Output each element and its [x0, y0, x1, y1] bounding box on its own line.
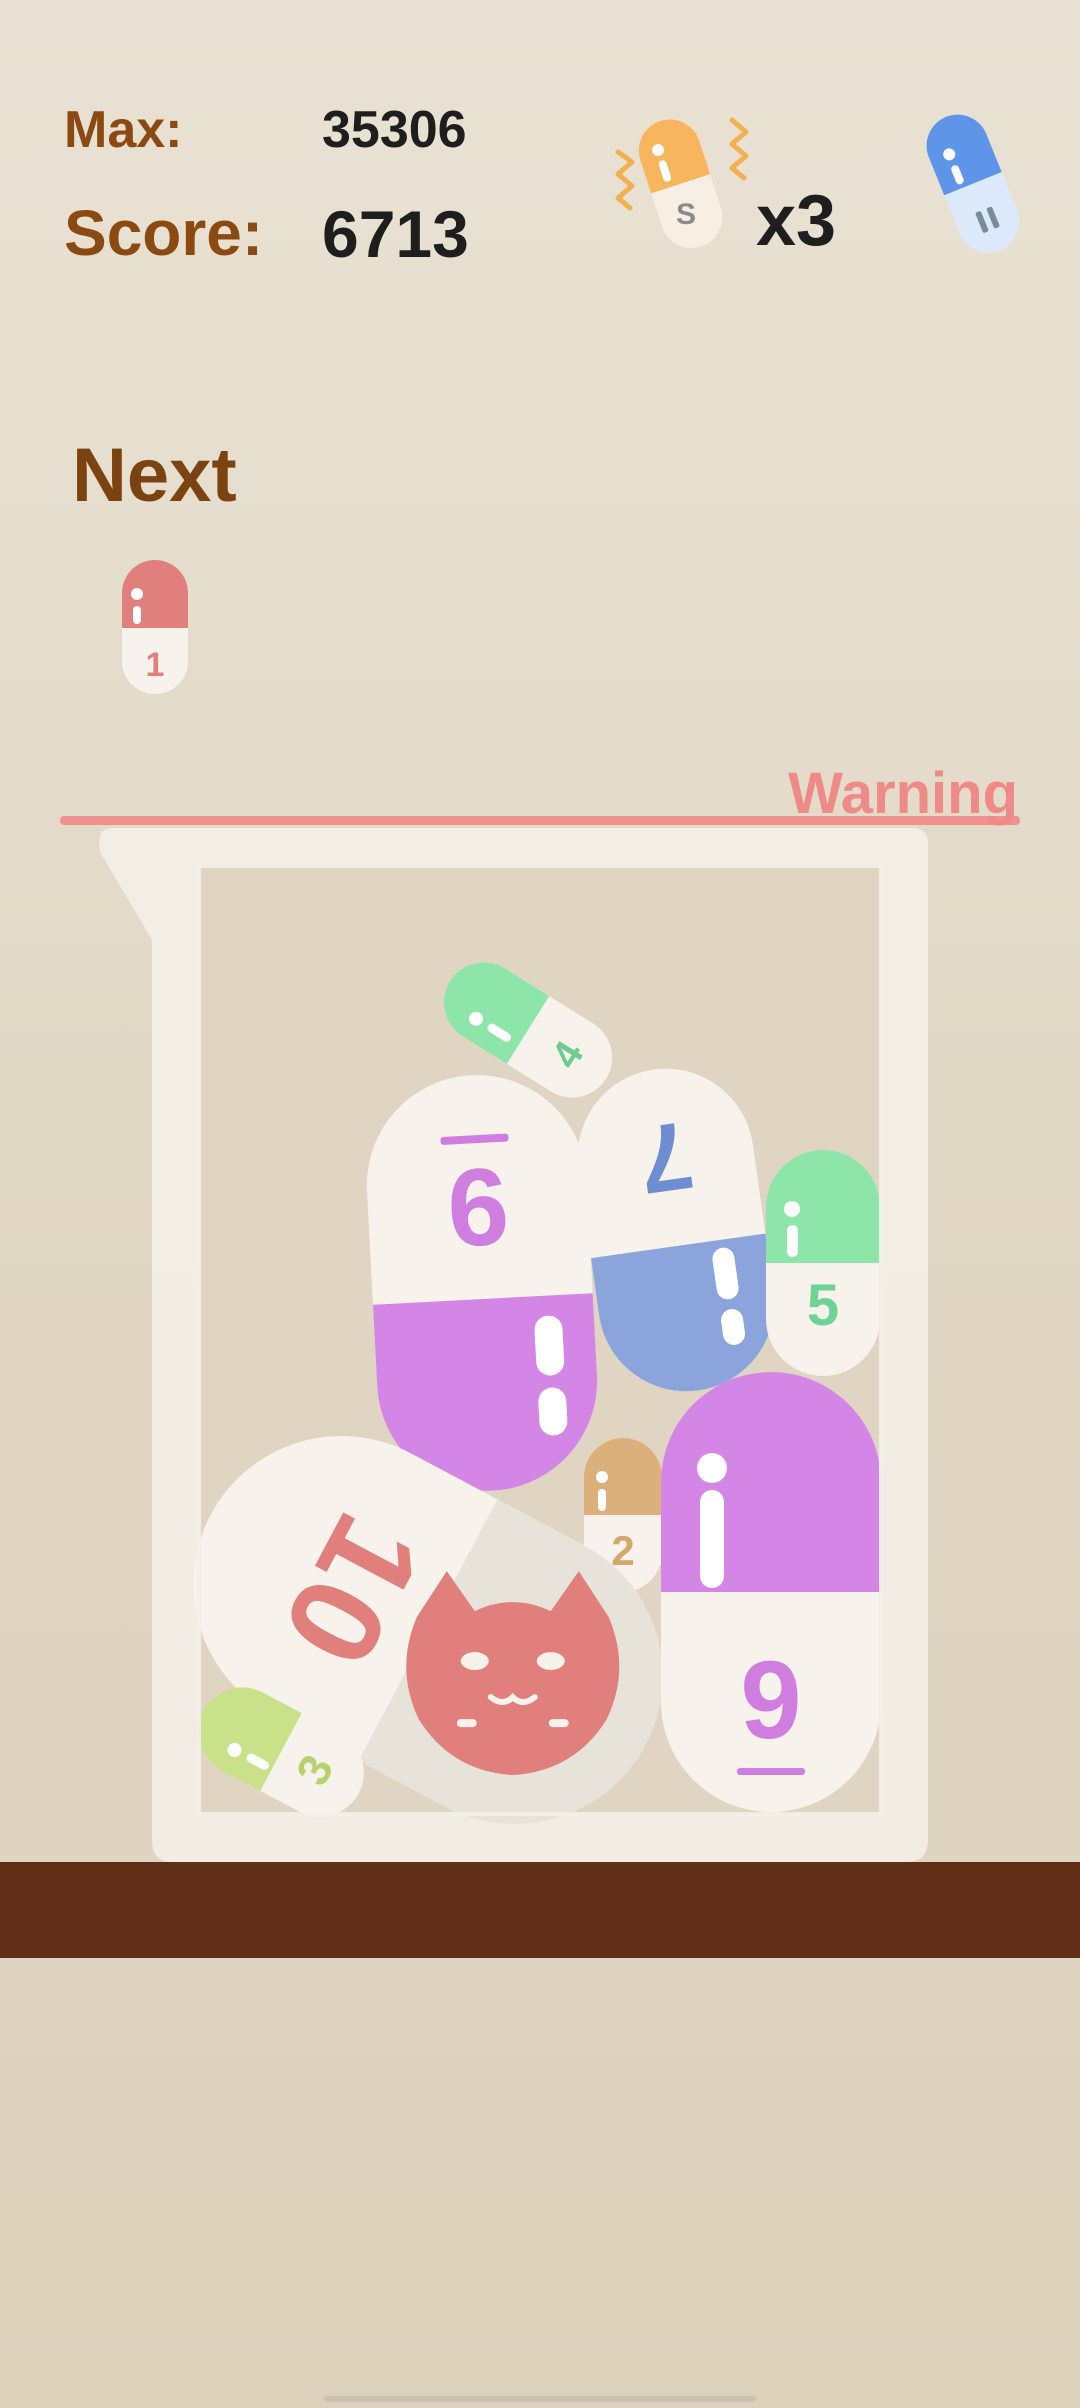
- max-label: Max:: [64, 101, 183, 159]
- max-score-value: 35306: [322, 101, 467, 159]
- shelf: [0, 1862, 1080, 1958]
- svg-text:6: 6: [444, 1145, 512, 1271]
- svg-text:9: 9: [740, 1639, 801, 1762]
- home-indicator[interactable]: [324, 2396, 756, 2402]
- next-pill-number: 1: [146, 646, 165, 684]
- score-label: Score:: [64, 197, 264, 269]
- pill-9: 9: [661, 1372, 881, 1812]
- next-pill: 1: [122, 560, 188, 694]
- shake-label: S: [676, 198, 696, 231]
- pause-button[interactable]: [912, 104, 1032, 264]
- next-label: Next: [72, 433, 237, 518]
- shake-pill-icon: [638, 119, 723, 249]
- shake-button[interactable]: S: [600, 100, 760, 260]
- shake-count: x3: [756, 181, 837, 261]
- beaker: 4 6 7 5 2 10 9 3: [99, 828, 928, 1862]
- score-value: 6713: [322, 197, 469, 271]
- svg-text:2: 2: [611, 1527, 634, 1574]
- pill-6: 6: [366, 1075, 598, 1491]
- svg-text:5: 5: [807, 1273, 839, 1338]
- pill-5: 5: [766, 1150, 880, 1376]
